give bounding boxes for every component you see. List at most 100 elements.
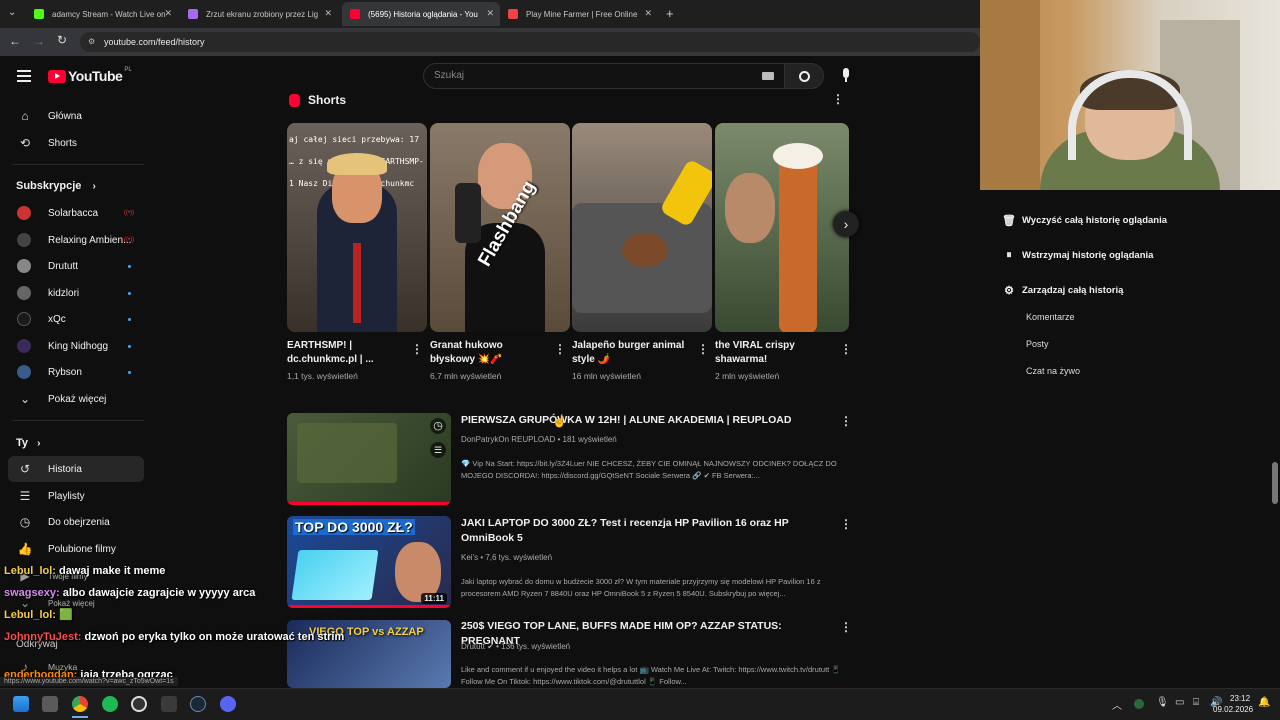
more-options-icon[interactable]: ⋮ [840, 620, 852, 634]
steam-icon[interactable] [190, 696, 206, 712]
plus-icon[interactable]: + [666, 6, 674, 21]
clock-date[interactable]: 09.02.2026 [1213, 705, 1253, 714]
chrome-icon[interactable] [72, 696, 88, 712]
browser-tab[interactable]: adamcy Stream - Watch Live on ✕ [26, 2, 178, 26]
sidebar-item-subscription[interactable]: Relaxing Ambien... ((•)) [0, 227, 144, 253]
microphone-icon[interactable]: 🎙 [1156, 697, 1169, 708]
windows-start-icon[interactable] [13, 696, 29, 712]
more-options-icon[interactable]: ⋮ [554, 342, 566, 356]
sidebar-item-subscription[interactable]: Solarbacca ((•)) [0, 200, 144, 226]
sidebar-item-subscription[interactable]: Drututt [0, 253, 144, 279]
chat-text: dawaj make it meme [59, 565, 166, 577]
subscriptions-heading[interactable]: Subskrypcje › [16, 180, 96, 192]
sidebar-item-shorts[interactable]: ⟲ Shorts [0, 130, 144, 156]
tray-chevron-up-icon[interactable]: ︿ [1112, 697, 1122, 712]
back-icon[interactable]: ← [9, 34, 21, 48]
shorts-next-button[interactable]: › [833, 211, 859, 237]
watch-later-icon[interactable]: ◷ [430, 418, 446, 434]
active-app-indicator [72, 716, 88, 718]
more-options-icon[interactable]: ⋮ [832, 92, 844, 106]
video-title[interactable]: PIERWSZA GRUPÓWKA W 12H! | ALUNE AKADEMI… [461, 413, 831, 428]
shorts-logo-icon [289, 93, 300, 107]
obs-icon[interactable] [131, 696, 147, 712]
chat-text: albo dawajcie zagrajcie w yyyyy arca [62, 587, 256, 599]
hamburger-menu-icon[interactable] [17, 70, 31, 82]
more-options-icon[interactable]: ⋮ [697, 342, 709, 356]
more-options-icon[interactable]: ⋮ [411, 342, 423, 356]
url-field[interactable]: ⚙ youtube.com/feed/history [80, 32, 980, 52]
keyboard-icon[interactable] [762, 72, 774, 80]
close-icon[interactable]: ✕ [324, 8, 332, 19]
short-title[interactable]: the VIRAL crispy shawarma! [715, 339, 835, 367]
sidebar-item-home[interactable]: ⌂ Główna [0, 103, 144, 129]
clear-history-button[interactable]: 🗑 Wyczyść całą historię oglądania [1002, 214, 1167, 227]
browser-tab-active[interactable]: (5695) Historia oglądania - You ✕ [342, 2, 500, 26]
history-link-comments[interactable]: Komentarze [1026, 312, 1075, 322]
clock-time[interactable]: 23:12 [1230, 694, 1250, 703]
live-icon: ((•)) [124, 210, 135, 216]
more-options-icon[interactable]: ⋮ [840, 414, 852, 428]
history-link-live-chat[interactable]: Czat na żywo [1026, 366, 1080, 376]
discord-icon[interactable] [220, 696, 236, 712]
microphone-icon[interactable] [841, 68, 851, 84]
playlist-icon: ☰ [19, 489, 31, 503]
search-button[interactable] [784, 63, 824, 89]
short-thumbnail[interactable] [715, 123, 849, 332]
live-icon: ((•)) [124, 237, 135, 243]
scrollbar-thumb[interactable] [1272, 462, 1278, 504]
sidebar-item-subscription[interactable]: xQc [0, 306, 144, 332]
sidebar-item-playlists[interactable]: ☰ Playlisty [0, 483, 144, 509]
video-thumbnail[interactable]: TOP DO 3000 ZŁ? 11:11 [287, 516, 451, 608]
sidebar-item-watch-later[interactable]: ◷ Do obejrzenia [0, 509, 144, 535]
sidebar-item-label: Polubione filmy [48, 543, 116, 555]
sidebar-item-subscription[interactable]: Rybson [0, 359, 144, 385]
tab-label: adamcy Stream - Watch Live on [52, 9, 166, 19]
app-icon[interactable] [161, 696, 177, 712]
new-content-dot [128, 370, 131, 374]
close-icon[interactable]: ✕ [644, 8, 652, 19]
chat-text: 🟩 [59, 609, 73, 621]
pause-history-button[interactable]: ⏸ Wstrzymaj historię oglądania [1002, 249, 1153, 262]
more-options-icon[interactable]: ⋮ [840, 517, 852, 531]
close-icon[interactable]: ✕ [486, 8, 494, 19]
tab-list-dropdown-icon[interactable]: ⌄ [8, 7, 16, 18]
site-info-icon[interactable]: ⚙ [88, 32, 95, 52]
video-title[interactable]: JAKI LAPTOP DO 3000 ZŁ? Test i recenzja … [461, 516, 831, 546]
sidebar-item-show-more[interactable]: ⌄ Pokaż więcej [0, 386, 144, 412]
short-thumbnail[interactable] [572, 123, 712, 332]
sidebar-item-history[interactable]: ↺ Historia [8, 456, 144, 482]
short-title[interactable]: Jalapeño burger animal style 🌶️ [572, 339, 692, 367]
monitor-icon[interactable]: ▭ [1175, 697, 1184, 708]
video-meta: Drututt ✔ • 136 tys. wyświetleń [461, 642, 571, 651]
chat-username: JohnnyTuJest: [4, 631, 82, 643]
you-heading[interactable]: Ty › [16, 437, 40, 449]
forward-icon[interactable]: → [33, 34, 45, 48]
close-icon[interactable]: ✕ [164, 8, 172, 19]
garlic-sauce [773, 143, 823, 169]
laptop-image [291, 550, 379, 600]
reload-icon[interactable]: ↻ [57, 33, 67, 47]
more-options-icon[interactable]: ⋮ [840, 342, 852, 356]
sidebar-item-subscription[interactable]: King Nidhogg [0, 333, 144, 359]
app-icon[interactable] [42, 696, 58, 712]
sidebar-item-label: Drututt [48, 260, 79, 272]
spotify-icon[interactable] [102, 696, 118, 712]
video-thumbnail[interactable]: ◷ ☰ [287, 413, 451, 505]
manage-history-button[interactable]: ⚙ Zarządzaj całą historią [1002, 284, 1123, 297]
short-title[interactable]: EARTHSMP! | dc.chunkmc.pl | ... [287, 339, 407, 367]
history-link-posts[interactable]: Posty [1026, 339, 1049, 349]
browser-tab[interactable]: Zrzut ekranu zrobiony przez Lig ✕ [180, 2, 338, 26]
sidebar-item-liked[interactable]: 👍 Polubione filmy [0, 536, 144, 562]
network-icon[interactable]: ⌸ [1193, 697, 1199, 708]
add-to-queue-icon[interactable]: ☰ [430, 442, 446, 458]
youtube-icon [350, 9, 360, 19]
short-thumbnail[interactable]: Flashbang [430, 123, 570, 332]
sidebar-item-subscription[interactable]: kidzlori [0, 280, 144, 306]
youtube-logo[interactable]: YouTube PL [48, 67, 132, 84]
notification-bell-icon[interactable]: 🔔 [1258, 697, 1270, 708]
tray-app-icon[interactable] [1134, 699, 1144, 709]
short-title[interactable]: Granat hukowo błyskowy 💥🧨 [430, 339, 540, 367]
short-thumbnail[interactable]: aj całej sieci przebywa: 17 … z się na t… [287, 123, 427, 332]
browser-tab[interactable]: Play Mine Farmer | Free Online ✕ [500, 2, 658, 26]
search-input[interactable]: Szukaj [423, 63, 785, 89]
